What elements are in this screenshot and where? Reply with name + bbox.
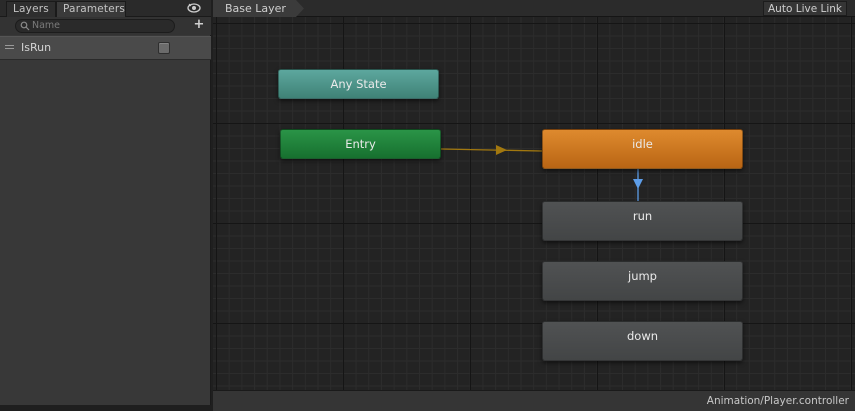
parameter-row[interactable]: IsRun [0, 36, 211, 60]
search-box[interactable] [15, 19, 175, 33]
parameter-search-row: + [0, 17, 211, 35]
state-any-state[interactable]: Any State [278, 69, 439, 99]
parameter-name: IsRun [21, 41, 52, 54]
left-panel: Layers Parameters + IsRun [0, 0, 213, 411]
search-input[interactable] [32, 20, 172, 32]
transition-idle-to-run[interactable] [633, 169, 643, 201]
state-entry[interactable]: Entry [280, 129, 441, 159]
plus-icon[interactable]: + [192, 18, 206, 32]
eye-icon[interactable] [187, 2, 201, 14]
tab-layers[interactable]: Layers [6, 1, 56, 17]
status-bar: Animation/Player.controller [213, 390, 855, 411]
transition-entry-to-idle[interactable] [440, 145, 543, 155]
breadcrumb-base-layer[interactable]: Base Layer [213, 0, 304, 17]
state-idle[interactable]: idle [542, 129, 743, 169]
parameter-bool-checkbox[interactable] [158, 42, 170, 54]
panel-bottom-strip [0, 405, 213, 411]
state-machine-graph[interactable]: Any State Entry idle run jump down [213, 17, 855, 390]
drag-handle-icon[interactable] [5, 45, 14, 51]
state-down[interactable]: down [542, 321, 743, 361]
search-icon [20, 21, 30, 31]
state-run[interactable]: run [542, 201, 743, 241]
graph-toolbar: Base Layer Auto Live Link [213, 0, 855, 17]
state-jump[interactable]: jump [542, 261, 743, 301]
auto-live-link-button[interactable]: Auto Live Link [763, 1, 847, 16]
tab-parameters[interactable]: Parameters [56, 1, 126, 17]
left-tab-bar: Layers Parameters [0, 0, 211, 17]
controller-path: Animation/Player.controller [706, 395, 849, 407]
